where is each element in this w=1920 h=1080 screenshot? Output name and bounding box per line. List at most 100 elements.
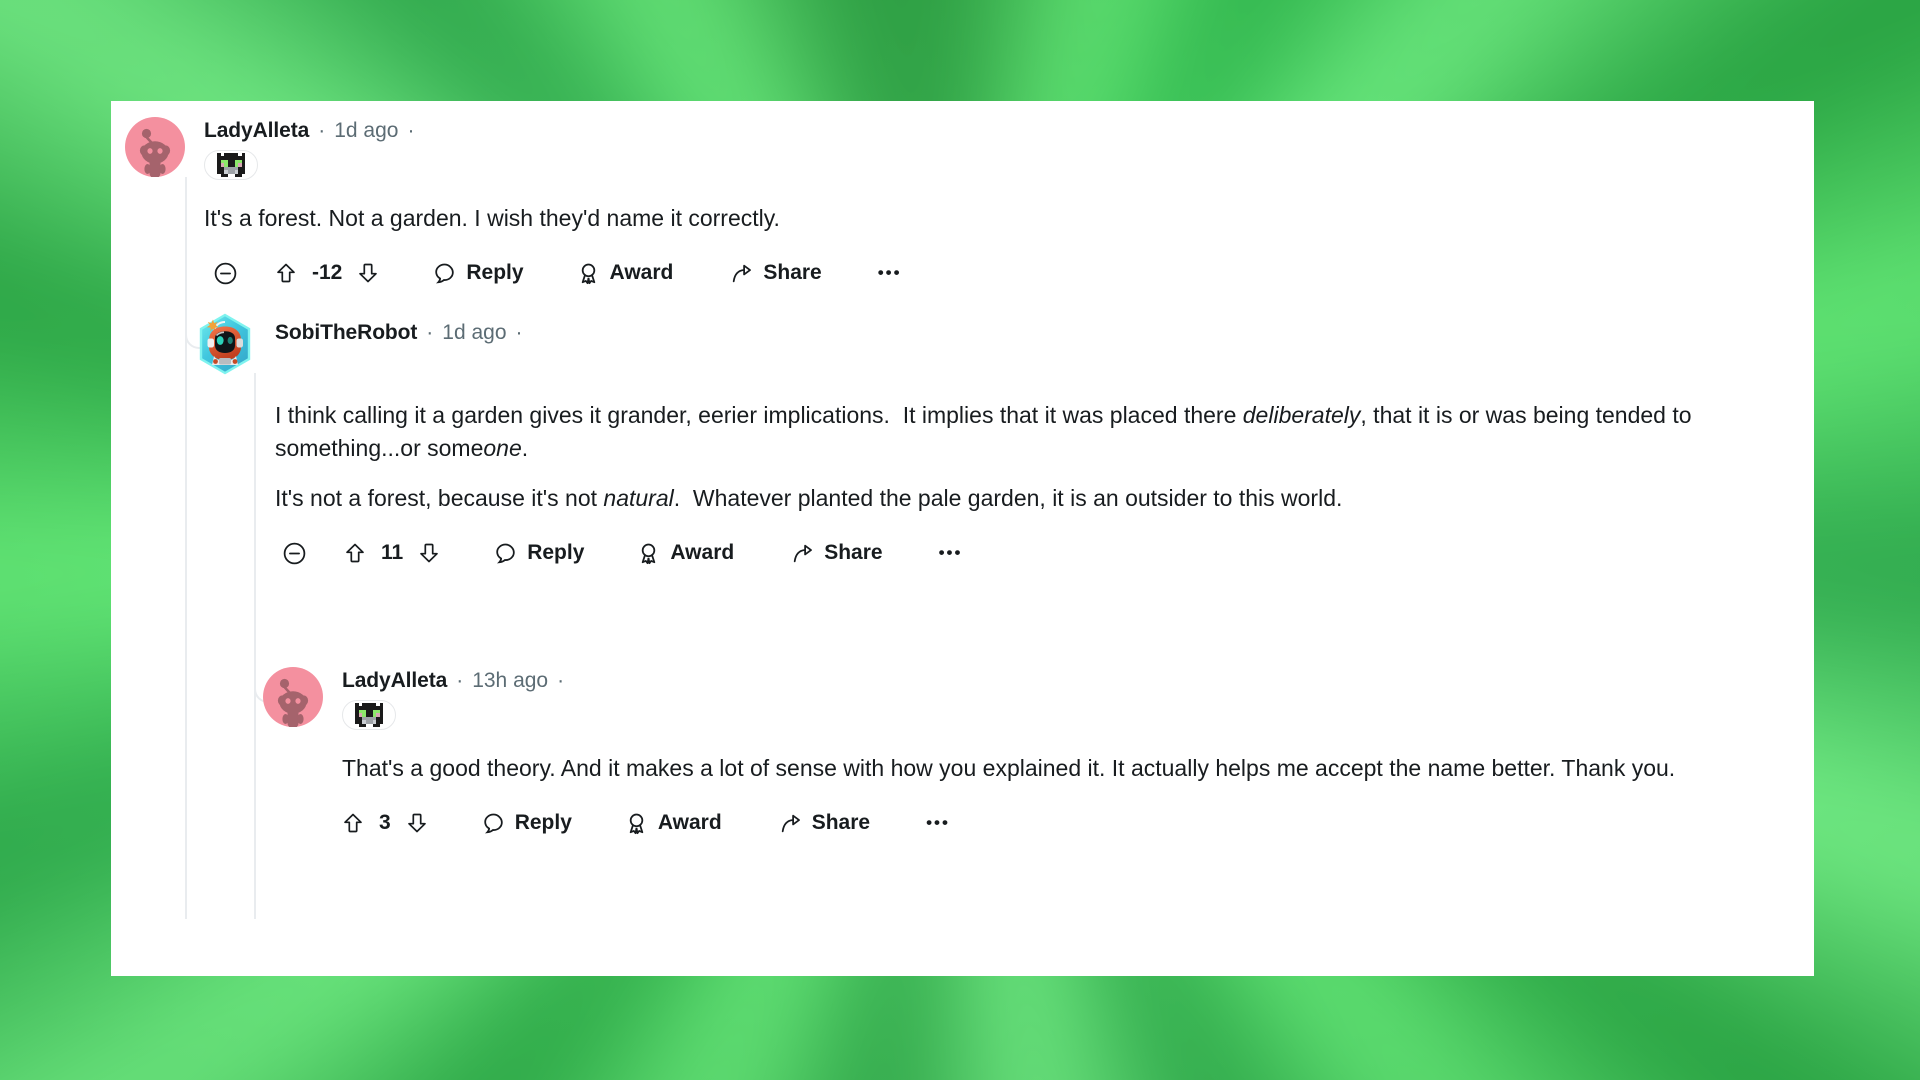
user-flair-badge[interactable] [342, 700, 396, 730]
emphasis-text: deliberately [1242, 402, 1361, 428]
more-options-button[interactable]: ••• [926, 813, 950, 833]
comment-body: That's a good theory. And it makes a lot… [342, 752, 1793, 785]
award-ribbon-icon [581, 263, 595, 284]
collapse-thread-button[interactable] [268, 541, 321, 566]
vote-score: 3 [379, 811, 391, 835]
downvote-button[interactable] [413, 541, 445, 565]
downvote-arrow-icon [420, 544, 439, 563]
share-button[interactable]: Share [778, 811, 870, 836]
vote-group: -12 [270, 261, 384, 285]
share-arrow-icon [733, 264, 752, 282]
upvote-arrow-icon [346, 544, 364, 563]
downvote-button[interactable] [401, 811, 433, 835]
comment-thread-item: LadyAlleta · 1d ago · It's a forest. Not… [125, 117, 1785, 286]
share-label: Share [824, 541, 883, 565]
award-label: Award [657, 811, 722, 835]
collapse-minus-circle-icon [283, 542, 306, 565]
snoo-pink-avatar-icon [263, 667, 323, 729]
award-button[interactable]: Award [576, 261, 674, 286]
comment-bubble-icon [496, 543, 515, 564]
share-label: Share [811, 811, 871, 835]
comment-meta: SobiTheRobot · 1d ago · [275, 321, 523, 345]
comment-body: It's a forest. Not a garden. I wish they… [204, 202, 1785, 235]
avatar[interactable] [125, 117, 185, 179]
award-ribbon-icon [642, 543, 656, 565]
more-options-label: ••• [926, 813, 950, 833]
share-button[interactable]: Share [790, 541, 883, 566]
upvote-button[interactable] [339, 541, 371, 565]
vote-score: 11 [381, 541, 404, 565]
reply-button[interactable]: Reply [432, 261, 524, 286]
reply-label: Reply [527, 541, 585, 565]
robot-astronaut-hex-avatar-icon [199, 313, 251, 375]
comment-header: SobiTheRobot · 1d ago · [194, 313, 1794, 375]
comment-paragraph: I think calling it a garden gives it gra… [275, 402, 1692, 461]
meta-separator-2: · [557, 669, 565, 692]
upvote-arrow-icon [344, 813, 362, 833]
share-label: Share [763, 261, 822, 285]
reply-button[interactable]: Reply [481, 811, 572, 836]
vote-group: 3 [337, 811, 433, 835]
vote-group: 11 [339, 541, 445, 565]
more-options-label: ••• [938, 543, 963, 563]
comment-meta: LadyAlleta · 13h ago · [342, 669, 564, 693]
minecraft-pixel-face-icon [355, 703, 383, 727]
comment-timestamp: 1d ago [442, 321, 507, 344]
more-options-label: ••• [877, 263, 902, 283]
comment-paragraph: That's a good theory. And it makes a lot… [342, 755, 1676, 781]
comment-bubble-icon [435, 263, 455, 283]
upvote-button[interactable] [337, 811, 369, 835]
comment-action-bar: -12 Reply Award Share ••• [199, 261, 1785, 286]
comment-header-text: LadyAlleta · 1d ago · [204, 117, 414, 180]
comment-author[interactable]: LadyAlleta [204, 119, 309, 143]
reply-button[interactable]: Reply [493, 541, 584, 566]
award-button[interactable]: Award [636, 541, 734, 566]
comment-author[interactable]: LadyAlleta [342, 669, 447, 693]
more-options-button[interactable]: ••• [878, 263, 902, 283]
award-label: Award [609, 261, 674, 285]
comment-body: I think calling it a garden gives it gra… [275, 399, 1794, 515]
avatar[interactable] [263, 667, 323, 729]
minecraft-pixel-face-icon [217, 153, 245, 177]
comment-timestamp: 1d ago [334, 119, 399, 142]
comment-author[interactable]: SobiTheRobot [275, 321, 417, 345]
comment-header: LadyAlleta · 1d ago · [125, 117, 1785, 180]
meta-separator-2: · [515, 321, 523, 344]
collapse-minus-circle-icon [214, 262, 237, 284]
meta-separator-2: · [407, 119, 415, 142]
thread-line-depth-1[interactable] [185, 177, 187, 919]
user-flair-badge[interactable] [204, 150, 258, 180]
snoo-pink-avatar-icon [125, 117, 185, 179]
comment-paragraph: It's a forest. Not a garden. I wish they… [204, 205, 780, 231]
comment-action-bar: 3 Reply Award Share ••• [337, 811, 1793, 836]
comment-bubble-icon [483, 813, 503, 833]
downvote-arrow-icon [407, 813, 426, 833]
emphasis-text: natural [603, 485, 674, 512]
upvote-button[interactable] [270, 261, 302, 285]
avatar[interactable] [194, 313, 256, 375]
meta-separator: · [456, 669, 464, 692]
award-label: Award [670, 541, 735, 565]
award-ribbon-icon [629, 813, 644, 834]
downvote-arrow-icon [359, 263, 378, 283]
comment-meta: LadyAlleta · 1d ago · [204, 119, 414, 143]
comment-thread-item: LadyAlleta · 13h ago · That's a good the… [263, 667, 1793, 836]
comment-header: LadyAlleta · 13h ago · [263, 667, 1793, 730]
vote-score: -12 [312, 261, 343, 285]
collapse-thread-button[interactable] [199, 261, 252, 286]
upvote-arrow-icon [277, 263, 295, 283]
comment-header-text: SobiTheRobot · 1d ago · [275, 313, 523, 345]
comment-header-text: LadyAlleta · 13h ago · [342, 667, 564, 730]
comment-thread-item: SobiTheRobot · 1d ago · I think calling … [194, 313, 1794, 566]
downvote-button[interactable] [352, 261, 384, 285]
award-button[interactable]: Award [624, 811, 722, 836]
comment-timestamp: 13h ago [472, 669, 549, 692]
meta-separator: · [318, 119, 326, 142]
reply-label: Reply [514, 811, 572, 835]
more-options-button[interactable]: ••• [939, 543, 963, 563]
reply-label: Reply [466, 261, 524, 285]
share-button[interactable]: Share [729, 261, 822, 286]
comment-paragraph: It's not a forest, because it's not natu… [275, 485, 1343, 512]
emphasis-text: one [483, 434, 522, 461]
share-arrow-icon [781, 814, 800, 832]
